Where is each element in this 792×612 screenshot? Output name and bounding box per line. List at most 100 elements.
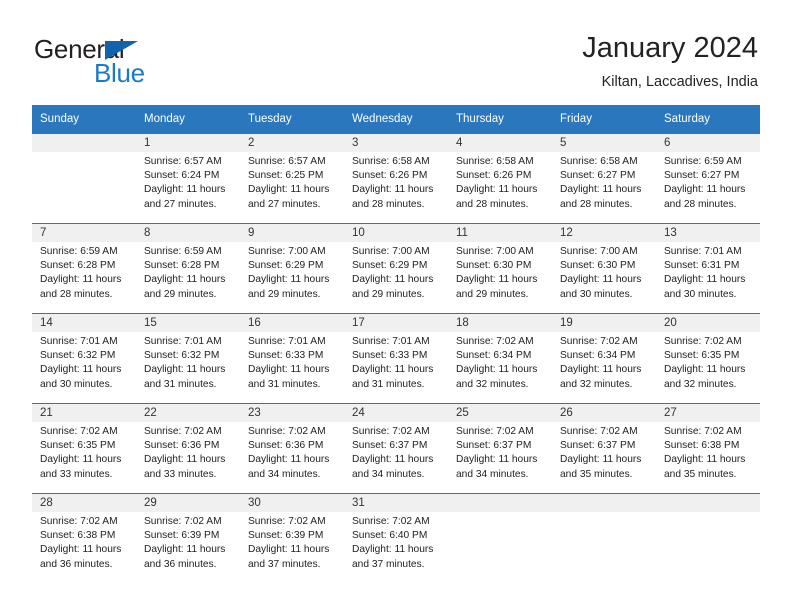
calendar-header-row: Sunday Monday Tuesday Wednesday Thursday… [32, 105, 760, 133]
day-details: Sunrise: 7:02 AM Sunset: 6:36 PM Daylight:… [240, 422, 344, 482]
daylight-text-line1: Daylight: 11 hours [352, 364, 434, 376]
day-details: Sunrise: 7:00 AM Sunset: 6:29 PM Daylight:… [240, 242, 344, 302]
daylight-text-line2: and 30 minutes. [664, 288, 737, 300]
sunset-text: Sunset: 6:40 PM [352, 530, 428, 542]
daylight-text-line2: and 28 minutes. [352, 198, 425, 210]
day-details: Sunrise: 7:02 AM Sunset: 6:35 PM Daylight:… [656, 332, 760, 392]
calendar-cell-day[interactable]: 26 Sunrise: 7:02 AM Sunset: 6:37 PM Dayligh… [552, 403, 656, 493]
sunrise-text: Sunrise: 7:02 AM [40, 516, 118, 527]
brand-logo[interactable]: General Blue [34, 31, 234, 89]
calendar-cell-day[interactable]: 27 Sunrise: 7:02 AM Sunset: 6:38 PM Dayligh… [656, 403, 760, 493]
daylight-text-line2: and 36 minutes. [40, 558, 113, 570]
day-cell: 1 Sunrise: 6:57 AM Sunset: 6:24 PM Daylight… [136, 133, 240, 223]
sunrise-text: Sunrise: 7:02 AM [248, 426, 326, 437]
day-number: 4 [448, 134, 552, 152]
calendar-cell-day[interactable]: 18 Sunrise: 7:02 AM Sunset: 6:34 PM Dayligh… [448, 313, 552, 403]
daylight-text-line1: Daylight: 11 hours [248, 184, 330, 196]
day-details: Sunrise: 6:58 AM Sunset: 6:26 PM Daylight:… [344, 152, 448, 212]
daylight-text-line1: Daylight: 11 hours [144, 454, 226, 466]
calendar-cell-day[interactable]: 24 Sunrise: 7:02 AM Sunset: 6:37 PM Dayligh… [344, 403, 448, 493]
day-number: 10 [344, 224, 448, 242]
sunrise-text: Sunrise: 7:02 AM [456, 426, 534, 437]
daylight-text-line1: Daylight: 11 hours [144, 364, 226, 376]
day-number: 2 [240, 134, 344, 152]
weekday-header-sunday: Sunday [32, 105, 136, 133]
day-details: Sunrise: 7:02 AM Sunset: 6:34 PM Daylight:… [448, 332, 552, 392]
weekday-header-saturday: Saturday [656, 105, 760, 133]
daylight-text-line1: Daylight: 11 hours [664, 364, 746, 376]
sunset-text: Sunset: 6:33 PM [248, 350, 324, 362]
page-title: January 2024 [582, 32, 758, 64]
sunrise-text: Sunrise: 6:59 AM [144, 246, 222, 257]
day-number: 26 [552, 404, 656, 422]
sunrise-text: Sunrise: 7:00 AM [248, 246, 326, 257]
calendar-cell-day[interactable]: 22 Sunrise: 7:02 AM Sunset: 6:36 PM Dayligh… [136, 403, 240, 493]
daylight-text-line1: Daylight: 11 hours [248, 364, 330, 376]
daylight-text-line2: and 33 minutes. [144, 468, 217, 480]
calendar-cell-day[interactable]: 21 Sunrise: 7:02 AM Sunset: 6:35 PM Dayligh… [32, 403, 136, 493]
daylight-text-line2: and 30 minutes. [560, 288, 633, 300]
calendar-cell-day[interactable]: 6 Sunrise: 6:59 AM Sunset: 6:27 PM Daylight… [656, 133, 760, 223]
calendar-cell-day[interactable]: 10 Sunrise: 7:00 AM Sunset: 6:29 PM Dayligh… [344, 223, 448, 313]
page-header: General Blue January 2024 Kiltan, Laccad… [34, 31, 758, 97]
day-number: 13 [656, 224, 760, 242]
calendar-cell-day[interactable]: 1 Sunrise: 6:57 AM Sunset: 6:24 PM Daylight… [136, 133, 240, 223]
day-number: 1 [136, 134, 240, 152]
calendar-cell-day[interactable]: 4 Sunrise: 6:58 AM Sunset: 6:26 PM Daylight… [448, 133, 552, 223]
calendar-cell-day[interactable]: 17 Sunrise: 7:01 AM Sunset: 6:33 PM Dayligh… [344, 313, 448, 403]
sunrise-text: Sunrise: 7:01 AM [40, 336, 118, 347]
weekday-header-monday: Monday [136, 105, 240, 133]
calendar-cell-day[interactable]: 19 Sunrise: 7:02 AM Sunset: 6:34 PM Dayligh… [552, 313, 656, 403]
sunrise-text: Sunrise: 6:59 AM [664, 156, 742, 167]
daylight-text-line1: Daylight: 11 hours [248, 544, 330, 556]
calendar-week-row: 1 Sunrise: 6:57 AM Sunset: 6:24 PM Daylight… [32, 133, 760, 223]
sunset-text: Sunset: 6:35 PM [40, 440, 116, 452]
sunrise-text: Sunrise: 6:59 AM [40, 246, 118, 257]
page-subtitle: Kiltan, Laccadives, India [601, 74, 758, 90]
calendar-cell-day[interactable]: 29 Sunrise: 7:02 AM Sunset: 6:39 PM Dayligh… [136, 493, 240, 583]
calendar-cell-day[interactable]: 11 Sunrise: 7:00 AM Sunset: 6:30 PM Dayligh… [448, 223, 552, 313]
daylight-text-line2: and 30 minutes. [40, 378, 113, 390]
calendar-cell-day[interactable]: 14 Sunrise: 7:01 AM Sunset: 6:32 PM Dayligh… [32, 313, 136, 403]
day-cell: 9 Sunrise: 7:00 AM Sunset: 6:29 PM Daylight… [240, 223, 344, 313]
calendar-cell-day[interactable]: 28 Sunrise: 7:02 AM Sunset: 6:38 PM Dayligh… [32, 493, 136, 583]
calendar-cell-day[interactable]: 12 Sunrise: 7:00 AM Sunset: 6:30 PM Dayligh… [552, 223, 656, 313]
day-details: Sunrise: 7:02 AM Sunset: 6:38 PM Daylight:… [32, 512, 136, 572]
sunset-text: Sunset: 6:34 PM [456, 350, 532, 362]
sunset-text: Sunset: 6:28 PM [40, 260, 116, 272]
calendar-cell-day[interactable]: 16 Sunrise: 7:01 AM Sunset: 6:33 PM Dayligh… [240, 313, 344, 403]
sunset-text: Sunset: 6:34 PM [560, 350, 636, 362]
day-cell: 23 Sunrise: 7:02 AM Sunset: 6:36 PM Dayligh… [240, 403, 344, 493]
calendar-cell-day[interactable]: 31 Sunrise: 7:02 AM Sunset: 6:40 PM Dayligh… [344, 493, 448, 583]
calendar-cell-day[interactable]: 25 Sunrise: 7:02 AM Sunset: 6:37 PM Dayligh… [448, 403, 552, 493]
calendar-cell-day[interactable]: 9 Sunrise: 7:00 AM Sunset: 6:29 PM Daylight… [240, 223, 344, 313]
daylight-text-line2: and 28 minutes. [560, 198, 633, 210]
calendar-cell-day[interactable]: 20 Sunrise: 7:02 AM Sunset: 6:35 PM Dayligh… [656, 313, 760, 403]
daylight-text-line1: Daylight: 11 hours [664, 184, 746, 196]
day-number: 18 [448, 314, 552, 332]
calendar-cell-day[interactable]: 7 Sunrise: 6:59 AM Sunset: 6:28 PM Daylight… [32, 223, 136, 313]
sunset-text: Sunset: 6:32 PM [144, 350, 220, 362]
daylight-text-line1: Daylight: 11 hours [560, 454, 642, 466]
calendar-cell-day[interactable]: 8 Sunrise: 6:59 AM Sunset: 6:28 PM Daylight… [136, 223, 240, 313]
calendar-cell-day[interactable]: 15 Sunrise: 7:01 AM Sunset: 6:32 PM Dayligh… [136, 313, 240, 403]
brand-name-blue: Blue [94, 58, 145, 88]
sunset-text: Sunset: 6:36 PM [144, 440, 220, 452]
sunrise-text: Sunrise: 7:01 AM [352, 336, 430, 347]
calendar-cell-day[interactable]: 2 Sunrise: 6:57 AM Sunset: 6:25 PM Daylight… [240, 133, 344, 223]
sunset-text: Sunset: 6:27 PM [560, 170, 636, 182]
calendar-week-row: 28 Sunrise: 7:02 AM Sunset: 6:38 PM Dayligh… [32, 493, 760, 583]
day-number: 31 [344, 494, 448, 512]
day-details: Sunrise: 6:58 AM Sunset: 6:26 PM Daylight:… [448, 152, 552, 212]
calendar-cell-day[interactable]: 13 Sunrise: 7:01 AM Sunset: 6:31 PM Dayligh… [656, 223, 760, 313]
daylight-text-line2: and 34 minutes. [456, 468, 529, 480]
calendar-cell-day[interactable]: 5 Sunrise: 6:58 AM Sunset: 6:27 PM Daylight… [552, 133, 656, 223]
calendar-cell-day[interactable]: 23 Sunrise: 7:02 AM Sunset: 6:36 PM Dayligh… [240, 403, 344, 493]
day-number: 9 [240, 224, 344, 242]
day-details: Sunrise: 7:00 AM Sunset: 6:30 PM Daylight:… [552, 242, 656, 302]
daylight-text-line1: Daylight: 11 hours [144, 544, 226, 556]
calendar-cell-day[interactable]: 3 Sunrise: 6:58 AM Sunset: 6:26 PM Daylight… [344, 133, 448, 223]
daylight-text-line1: Daylight: 11 hours [352, 274, 434, 286]
day-number: 25 [448, 404, 552, 422]
calendar-cell-day[interactable]: 30 Sunrise: 7:02 AM Sunset: 6:39 PM Dayligh… [240, 493, 344, 583]
